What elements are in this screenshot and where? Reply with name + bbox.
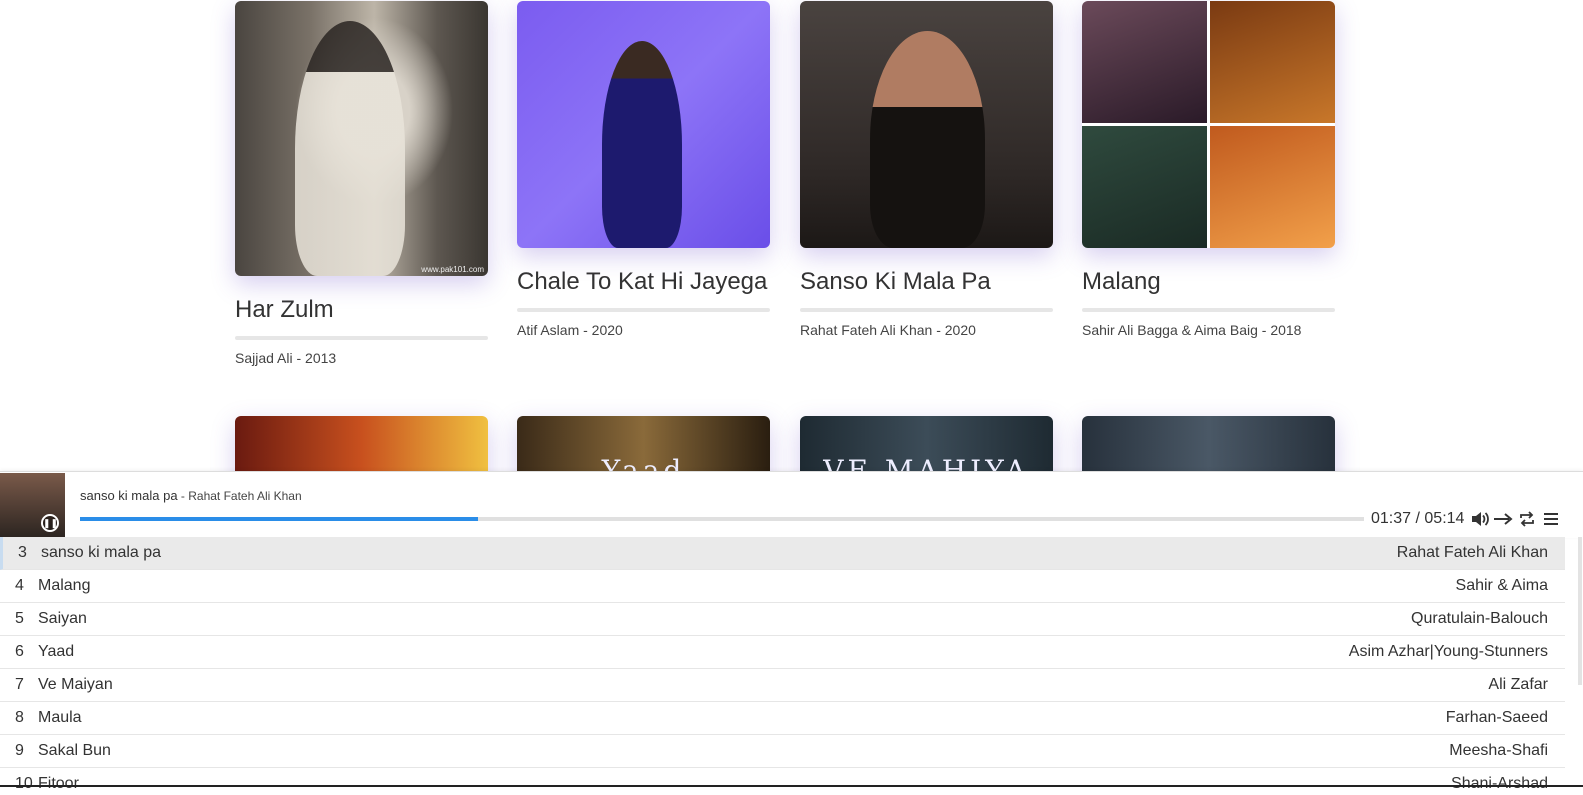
album-cover[interactable]: www.pak101.com	[235, 1, 488, 276]
album-meta: Sajjad Ali - 2013	[235, 350, 337, 366]
menu-icon	[1544, 513, 1558, 525]
album-title[interactable]: Sanso Ki Mala Pa	[800, 266, 1053, 298]
track-artist: Farhan-Saeed	[1445, 709, 1548, 726]
collage-photo	[1082, 1, 1207, 123]
playlist-row[interactable]: 6 Yaad Asim Azhar|Young-Stunners	[0, 636, 1565, 669]
track-name: Saiyan	[38, 610, 87, 627]
album-title[interactable]: Malang	[1082, 266, 1335, 298]
track-artist: Meesha-Shafi	[1449, 742, 1548, 759]
track-name: sanso ki mala pa	[41, 544, 162, 561]
divider	[800, 308, 1053, 312]
collage-photo	[1082, 126, 1207, 248]
track-name: Ve Maiyan	[38, 676, 113, 693]
playlist-row[interactable]: 7 Ve Maiyan Ali Zafar	[0, 669, 1565, 702]
album-cover[interactable]	[517, 1, 770, 248]
track-artist: Ali Zafar	[1488, 676, 1548, 693]
song-artist: - Rahat Fateh Ali Khan	[177, 489, 302, 503]
track-name: Sakal Bun	[38, 742, 111, 759]
album-meta: Sahir Ali Bagga & Aima Baig - 2018	[1082, 322, 1302, 338]
volume-button[interactable]	[1470, 509, 1490, 529]
now-playing-cover[interactable]: ❚❚	[0, 473, 65, 538]
album-title[interactable]: Chale To Kat Hi Jayega	[517, 266, 770, 298]
current-time: 01:37	[1371, 510, 1412, 527]
track-number: 7	[15, 676, 24, 693]
progress-fill	[80, 517, 479, 521]
track-artist: Rahat Fateh Ali Khan	[1396, 544, 1548, 561]
volume-icon	[1472, 512, 1489, 526]
cover-watermark: www.pak101.com	[421, 265, 484, 274]
track-name: Fitoor	[38, 775, 79, 792]
song-title: sanso ki mala pa	[80, 488, 178, 503]
album-grid: www.pak101.com Har Zulm Sajjad Ali - 201…	[0, 0, 1583, 480]
playlist-row[interactable]: 5 Saiyan Quratulain-Balouch	[0, 603, 1565, 636]
track-number: 9	[15, 742, 24, 759]
loop-button[interactable]	[1517, 509, 1537, 529]
audio-player: ❚❚ sanso ki mala pa - Rahat Fateh Ali Kh…	[0, 471, 1583, 538]
album-card[interactable]: Sanso Ki Mala Pa Rahat Fateh Ali Khan - …	[800, 1, 1053, 338]
album-cover[interactable]	[800, 1, 1053, 248]
album-meta: Atif Aslam - 2020	[517, 322, 623, 338]
playlist-scrollbar[interactable]	[1578, 537, 1582, 685]
loop-icon	[1520, 511, 1534, 527]
track-number: 8	[15, 709, 24, 726]
track-name: Malang	[38, 577, 91, 594]
divider	[235, 336, 488, 340]
track-artist: Quratulain-Balouch	[1411, 610, 1548, 627]
album-card[interactable]: Chale To Kat Hi Jayega Atif Aslam - 2020	[517, 1, 770, 338]
time-display: 01:37 / 05:14	[1371, 510, 1464, 528]
progress-bar[interactable]	[80, 517, 1364, 521]
time-separator: /	[1411, 510, 1425, 527]
track-artist: Sahir & Aima	[1455, 577, 1548, 594]
playlist-row[interactable]: 10 Fitoor Shani-Arshad	[0, 768, 1565, 795]
album-meta: Rahat Fateh Ali Khan - 2020	[800, 322, 976, 338]
track-name: Yaad	[38, 643, 75, 660]
pause-button[interactable]: ❚❚	[41, 514, 59, 532]
track-number: 4	[15, 577, 24, 594]
divider	[517, 308, 770, 312]
track-number: 3	[18, 544, 27, 561]
album-cover[interactable]	[1082, 1, 1335, 248]
playlist: 3 sanso ki mala pa Rahat Fateh Ali Khan 4 Ma…	[0, 537, 1565, 795]
now-playing-title: sanso ki mala pa - Rahat Fateh Ali Khan	[80, 488, 302, 503]
collage-photo	[1210, 126, 1335, 248]
playlist-row[interactable]: 9 Sakal Bun Meesha-Shafi	[0, 735, 1565, 768]
artist-photo	[870, 31, 985, 248]
track-number: 10	[15, 775, 33, 792]
bottom-border	[0, 785, 1583, 787]
artist-photo	[602, 41, 682, 248]
track-number: 5	[15, 610, 24, 627]
album-card[interactable]: www.pak101.com Har Zulm Sajjad Ali - 201…	[235, 1, 488, 366]
album-title[interactable]: Har Zulm	[235, 294, 488, 326]
playlist-menu-button[interactable]	[1541, 509, 1561, 529]
order-icon	[1494, 513, 1513, 525]
track-number: 6	[15, 643, 24, 660]
album-card[interactable]: Malang Sahir Ali Bagga & Aima Baig - 201…	[1082, 1, 1335, 338]
pause-icon: ❚❚	[43, 518, 59, 528]
playlist-row[interactable]: 4 Malang Sahir & Aima	[0, 570, 1565, 603]
divider	[1082, 308, 1335, 312]
track-artist: Asim Azhar|Young-Stunners	[1348, 643, 1548, 660]
artist-photo	[295, 21, 405, 276]
playlist-row[interactable]: 3 sanso ki mala pa Rahat Fateh Ali Khan	[0, 537, 1565, 570]
collage-photo	[1210, 1, 1335, 123]
play-order-button[interactable]	[1493, 509, 1513, 529]
duration: 05:14	[1424, 510, 1465, 527]
track-artist: Shani-Arshad	[1451, 775, 1548, 792]
track-name: Maula	[38, 709, 82, 726]
playlist-row[interactable]: 8 Maula Farhan-Saeed	[0, 702, 1565, 735]
